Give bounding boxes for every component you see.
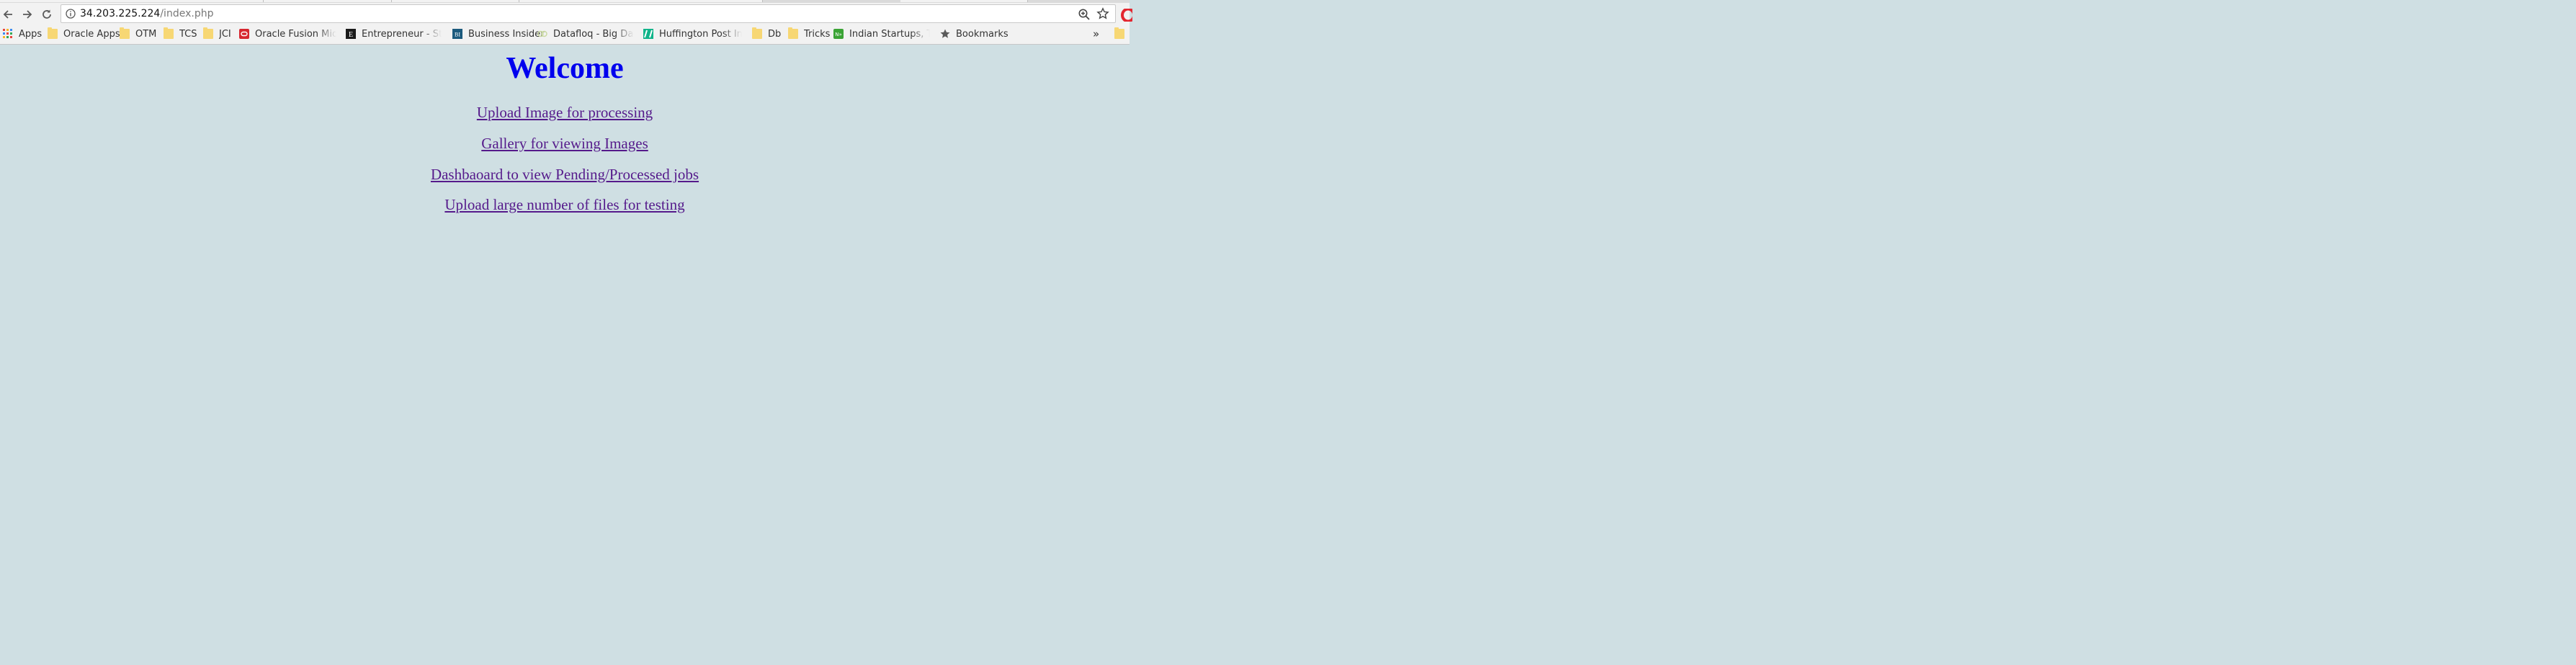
bookmark-label: Entrepreneur - Start,	[362, 28, 442, 40]
bookmark-label: OTM	[135, 28, 157, 40]
reload-button[interactable]	[39, 6, 55, 22]
bookmark-label: TCS	[179, 28, 197, 40]
folder-icon	[752, 27, 762, 39]
reload-icon	[43, 9, 51, 19]
tab[interactable]	[392, 0, 519, 2]
folder-icon	[48, 27, 58, 39]
gallery-link[interactable]: Gallery for viewing Images	[0, 134, 1130, 153]
folder-icon	[203, 27, 213, 39]
url-path: /index.php	[160, 8, 214, 19]
bookmarks-overflow-button[interactable]: »	[1093, 27, 1099, 40]
zoom-icon[interactable]	[1078, 8, 1091, 21]
bookmark-indian-startups[interactable]: N» Indian Startups, Tech	[833, 27, 930, 40]
datafloq-icon	[537, 30, 547, 37]
bookmark-label: Business Insider	[468, 28, 545, 40]
folder-icon	[164, 27, 174, 39]
other-bookmarks-button[interactable]	[1114, 27, 1130, 40]
tab[interactable]	[519, 0, 763, 2]
upload-image-link[interactable]: Upload Image for processing	[0, 103, 1130, 122]
link-text: Gallery for viewing Images	[481, 135, 648, 152]
bookmark-label: Datafloq - Big Data P	[553, 28, 634, 40]
bookmark-label: Tricks	[804, 28, 831, 40]
tab[interactable]	[0, 0, 264, 2]
page-heading: Welcome	[506, 52, 624, 85]
link-text: Upload large number of files for testing	[444, 196, 685, 213]
bookmark-business-insider[interactable]: BI Business Insider	[452, 27, 545, 40]
bookmark-label: Bookmarks	[956, 28, 1009, 40]
bookmark-tricks[interactable]: Tricks	[788, 27, 830, 40]
bookmark-apps[interactable]: Apps	[3, 27, 42, 40]
back-button[interactable]	[0, 6, 16, 22]
back-arrow-icon	[3, 10, 12, 19]
bookmark-label: Oracle Apps	[63, 28, 120, 40]
page-content: Welcome Upload Image for processing Gall…	[0, 45, 1130, 292]
bookmark-huffington[interactable]: Huffington Post India	[643, 27, 742, 40]
svg-text:BI: BI	[455, 32, 460, 38]
bookmark-label: Oracle Fusion Middle	[255, 28, 336, 40]
business-insider-icon: BI	[452, 29, 462, 39]
svg-text:E: E	[349, 31, 353, 39]
apps-grid-icon	[3, 29, 12, 38]
bookmark-bookmarks[interactable]: Bookmarks	[940, 27, 1009, 40]
opera-extension-icon[interactable]	[1121, 9, 1132, 22]
folder-icon	[120, 27, 130, 39]
entrepreneur-icon: E	[346, 29, 356, 39]
bookmark-label: Huffington Post India	[659, 28, 742, 40]
forward-button[interactable]	[19, 6, 35, 22]
chevron-double-right-icon: »	[1093, 27, 1100, 40]
bulk-upload-link[interactable]: Upload large number of files for testing	[0, 195, 1130, 214]
url-host: 34.203.225.224	[80, 8, 161, 19]
dashboard-link[interactable]: Dashbaoard to view Pending/Processed job…	[0, 165, 1130, 184]
startups-icon: N»	[833, 29, 844, 39]
bookmark-star-icon[interactable]	[1096, 7, 1109, 20]
tab[interactable]	[264, 0, 392, 2]
address-bar[interactable]: 34.203.225.224/index.php	[61, 4, 1116, 23]
folder-icon	[788, 27, 798, 39]
bookmark-label: Indian Startups, Tech	[849, 28, 930, 40]
forward-arrow-icon	[23, 10, 32, 19]
info-icon[interactable]	[66, 9, 76, 19]
star-icon	[940, 29, 950, 38]
tab[interactable]	[900, 0, 1028, 2]
bookmark-entrepreneur[interactable]: E Entrepreneur - Start,	[346, 27, 442, 40]
svg-text:N»: N»	[835, 32, 842, 37]
oracle-icon	[239, 29, 249, 39]
bookmark-label: Db	[768, 28, 782, 40]
bookmarks-bar: Apps Oracle Apps OTM TCS JCI Oracle Fusi…	[0, 24, 1130, 45]
bookmark-db[interactable]: Db	[752, 27, 781, 40]
folder-icon	[1114, 27, 1124, 39]
link-text: Upload Image for processing	[476, 104, 653, 121]
bookmark-oracle-apps[interactable]: Oracle Apps	[48, 27, 120, 40]
bookmark-label: Apps	[19, 28, 43, 40]
bookmark-tcs[interactable]: TCS	[164, 27, 197, 40]
browser-toolbar: 34.203.225.224/index.php	[0, 3, 1132, 24]
link-text: Dashbaoard to view Pending/Processed job…	[430, 166, 699, 183]
huffington-icon	[643, 29, 653, 39]
bookmark-oracle-fusion[interactable]: Oracle Fusion Middle	[239, 27, 336, 40]
bookmark-datafloq[interactable]: Datafloq - Big Data P	[537, 27, 634, 40]
bookmark-otm[interactable]: OTM	[120, 27, 156, 40]
bookmark-jci[interactable]: JCI	[203, 27, 231, 40]
bookmark-label: JCI	[219, 28, 231, 40]
url-text[interactable]: 34.203.225.224/index.php	[80, 8, 213, 19]
